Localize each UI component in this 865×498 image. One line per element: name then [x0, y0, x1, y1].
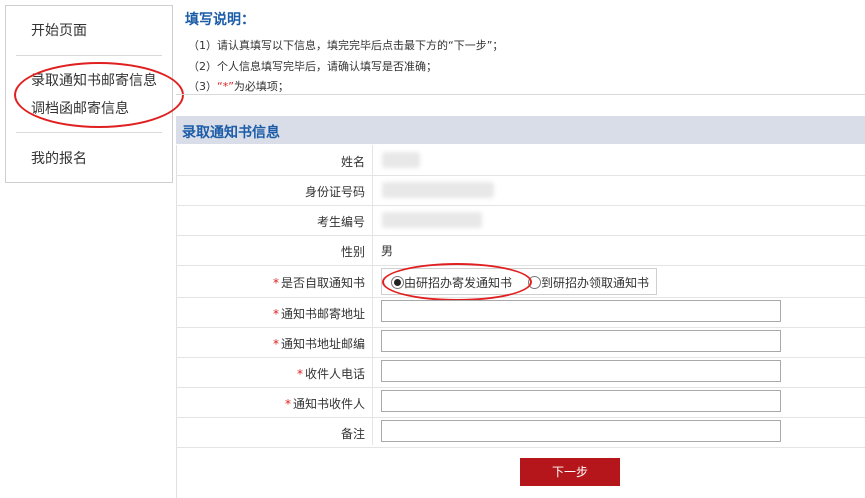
sidebar-item-admission-mail[interactable]: 录取通知书邮寄信息	[6, 70, 172, 92]
note-input[interactable]	[381, 420, 781, 442]
recipient-label-text: 通知书收件人	[292, 397, 365, 411]
radio-mail-label: 由研招办寄发通知书	[404, 276, 513, 290]
next-step-button[interactable]: 下一步	[520, 458, 620, 486]
sidebar-item-label: 录取通知书邮寄信息	[31, 73, 157, 89]
pickup-label-text: 是否自取通知书	[280, 276, 365, 290]
sidebar-nav: 开始页面 录取通知书邮寄信息 调档函邮寄信息 我的报名	[5, 5, 173, 183]
redacted-exam-no	[382, 212, 482, 228]
redacted-id	[382, 182, 494, 198]
address-input[interactable]	[381, 300, 781, 322]
radio-checked-icon[interactable]	[391, 276, 404, 289]
section-title: 录取通知书信息	[182, 125, 280, 141]
sidebar-item-label: 开始页面	[31, 23, 87, 39]
zip-input[interactable]	[381, 330, 781, 352]
phone-label-text: 收件人电话	[304, 367, 365, 381]
radio-pickup-label: 到研招办领取通知书	[541, 276, 650, 290]
required-star: *	[272, 276, 279, 290]
required-star: *	[272, 307, 279, 321]
required-star: *	[284, 397, 291, 411]
name-label: 姓名	[340, 155, 365, 169]
instructions-title: 填写说明：	[185, 12, 255, 28]
id-label: 身份证号码	[304, 185, 365, 199]
required-mark-note: “*”	[217, 80, 234, 93]
gender-label: 性别	[340, 245, 365, 259]
recipient-label: * 通知书收件人	[285, 395, 365, 412]
sidebar-item-label: 调档函邮寄信息	[31, 101, 129, 117]
zip-label: * 通知书地址邮编	[273, 335, 365, 352]
instruction-line-3-prefix: （3）	[188, 80, 217, 93]
pickup-radio-group: 由研招办寄发通知书 到研招办领取通知书	[381, 268, 657, 295]
required-star: *	[296, 367, 303, 381]
radio-mail-option[interactable]: 由研招办寄发通知书	[391, 274, 512, 291]
radio-unchecked-icon[interactable]	[528, 276, 541, 289]
instruction-line-1: （1）请认真填写以下信息，填完完毕后点击最下方的“下一步”；	[188, 39, 504, 52]
redacted-name	[382, 152, 420, 168]
instruction-line-2: （2）个人信息填写完毕后，请确认填写是否准确；	[188, 60, 437, 73]
sidebar-item-file-mail[interactable]: 调档函邮寄信息	[6, 98, 172, 120]
instructions-divider	[176, 94, 865, 95]
pickup-label: * 是否自取通知书	[273, 274, 365, 291]
sidebar-item-my-registration[interactable]: 我的报名	[6, 148, 172, 170]
gender-value: 男	[381, 244, 394, 258]
form-row-gender: 性别 男	[176, 235, 865, 266]
instruction-line-3-suffix: 为必填项；	[233, 80, 289, 93]
radio-pickup-option[interactable]: 到研招办领取通知书	[528, 274, 649, 291]
sidebar-divider	[16, 132, 162, 133]
recipient-input[interactable]	[381, 390, 781, 412]
sidebar-divider	[16, 55, 162, 56]
form-section-header: 录取通知书信息	[176, 116, 865, 144]
exam-no-label: 考生编号	[316, 215, 365, 229]
phone-input[interactable]	[381, 360, 781, 382]
form-row-exam-no: 考生编号	[176, 205, 865, 236]
form-row-id: 身份证号码	[176, 175, 865, 206]
sidebar-item-start[interactable]: 开始页面	[6, 20, 172, 42]
zip-label-text: 通知书地址邮编	[280, 337, 365, 351]
address-label-text: 通知书邮寄地址	[280, 307, 365, 321]
form-row-name: 姓名	[176, 145, 865, 176]
address-label: * 通知书邮寄地址	[273, 305, 365, 322]
required-star: *	[272, 337, 279, 351]
sidebar-item-label: 我的报名	[31, 151, 87, 167]
instruction-line-3: （3）“*”为必填项；	[188, 78, 289, 94]
phone-label: * 收件人电话	[297, 365, 365, 382]
note-label: 备注	[340, 427, 365, 441]
